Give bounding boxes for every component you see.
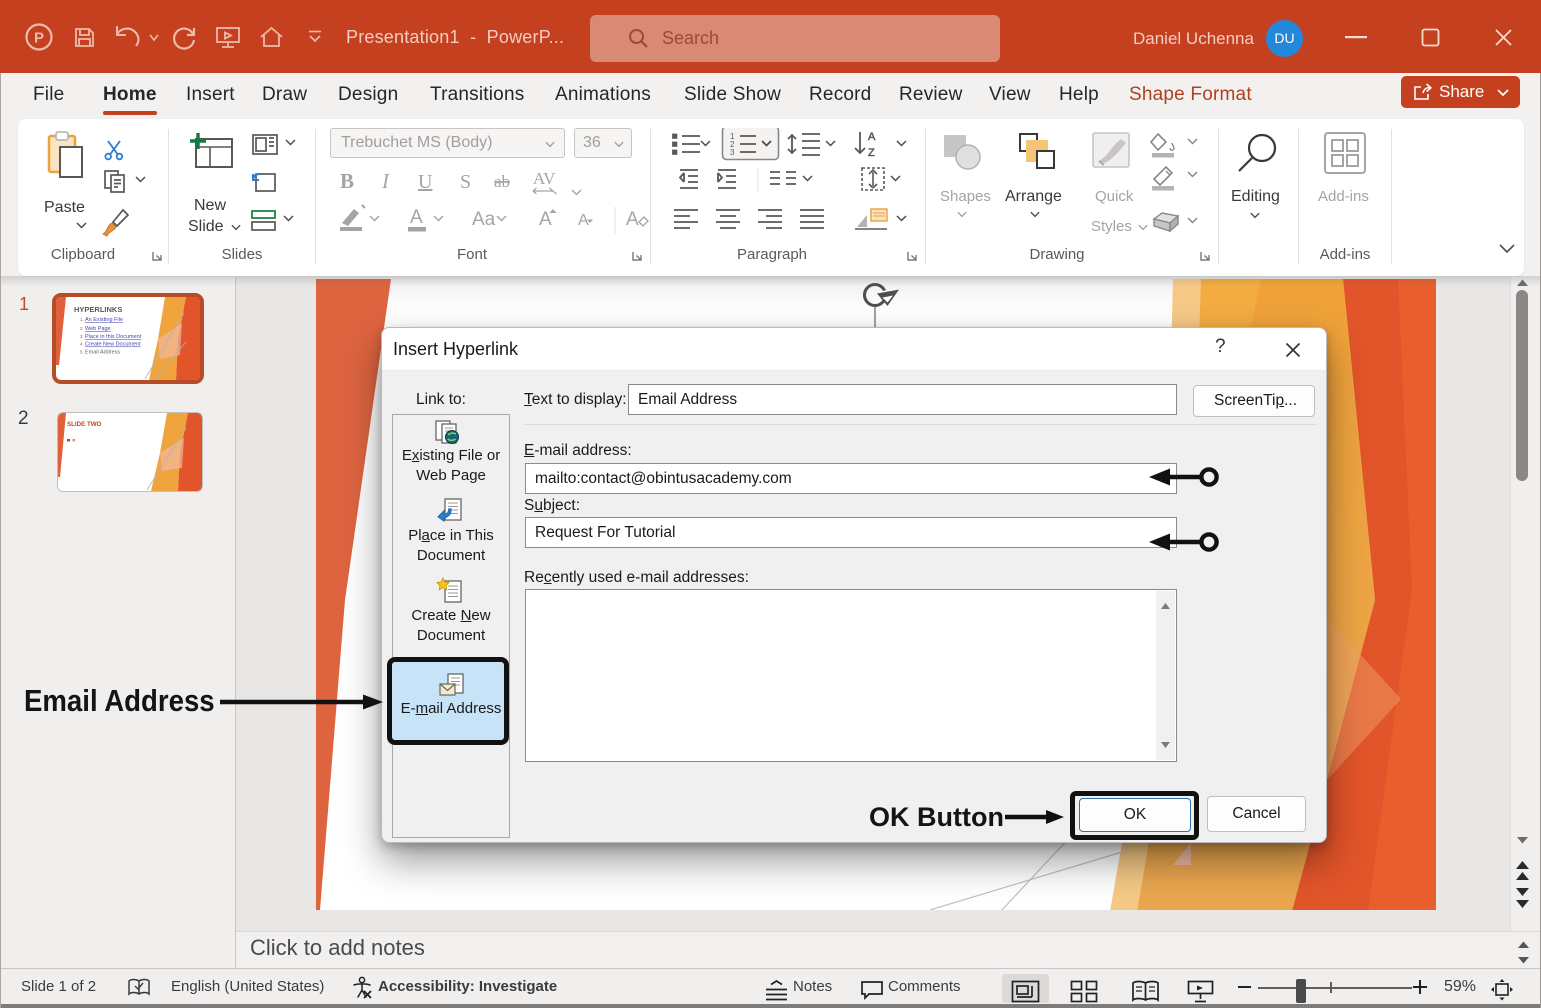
svg-text:3: 3 <box>730 148 735 157</box>
svg-text:AV: AV <box>533 169 556 188</box>
svg-text:A: A <box>539 209 552 230</box>
svg-text:P: P <box>34 30 44 47</box>
svg-text:A: A <box>578 212 589 229</box>
svg-text:A: A <box>868 131 876 143</box>
svg-text:3.: 3. <box>80 334 84 339</box>
svg-text:1.: 1. <box>80 317 84 322</box>
svg-text:ab: ab <box>494 172 510 191</box>
svg-text:A: A <box>626 209 639 230</box>
svg-text:2.: 2. <box>80 326 84 331</box>
svg-text:S: S <box>460 171 471 193</box>
svg-text:HYPERLINKS: HYPERLINKS <box>74 305 122 314</box>
svg-text:An Existing File: An Existing File <box>85 317 123 323</box>
svg-text:5.: 5. <box>80 350 84 355</box>
svg-text:SLIDE TWO: SLIDE TWO <box>67 421 102 428</box>
svg-text:Z: Z <box>868 147 875 159</box>
svg-text:Aa: Aa <box>472 209 496 230</box>
svg-text:Create New Document: Create New Document <box>85 342 141 348</box>
svg-text:B: B <box>340 169 354 193</box>
svg-text:4.: 4. <box>80 342 84 347</box>
svg-text:I: I <box>381 169 390 193</box>
svg-text:U: U <box>418 171 433 193</box>
svg-text:Place in this Document: Place in this Document <box>85 334 142 340</box>
svg-text:A: A <box>410 207 423 228</box>
svg-text:Email Address: Email Address <box>85 350 120 356</box>
svg-text:Web Page: Web Page <box>85 326 111 332</box>
